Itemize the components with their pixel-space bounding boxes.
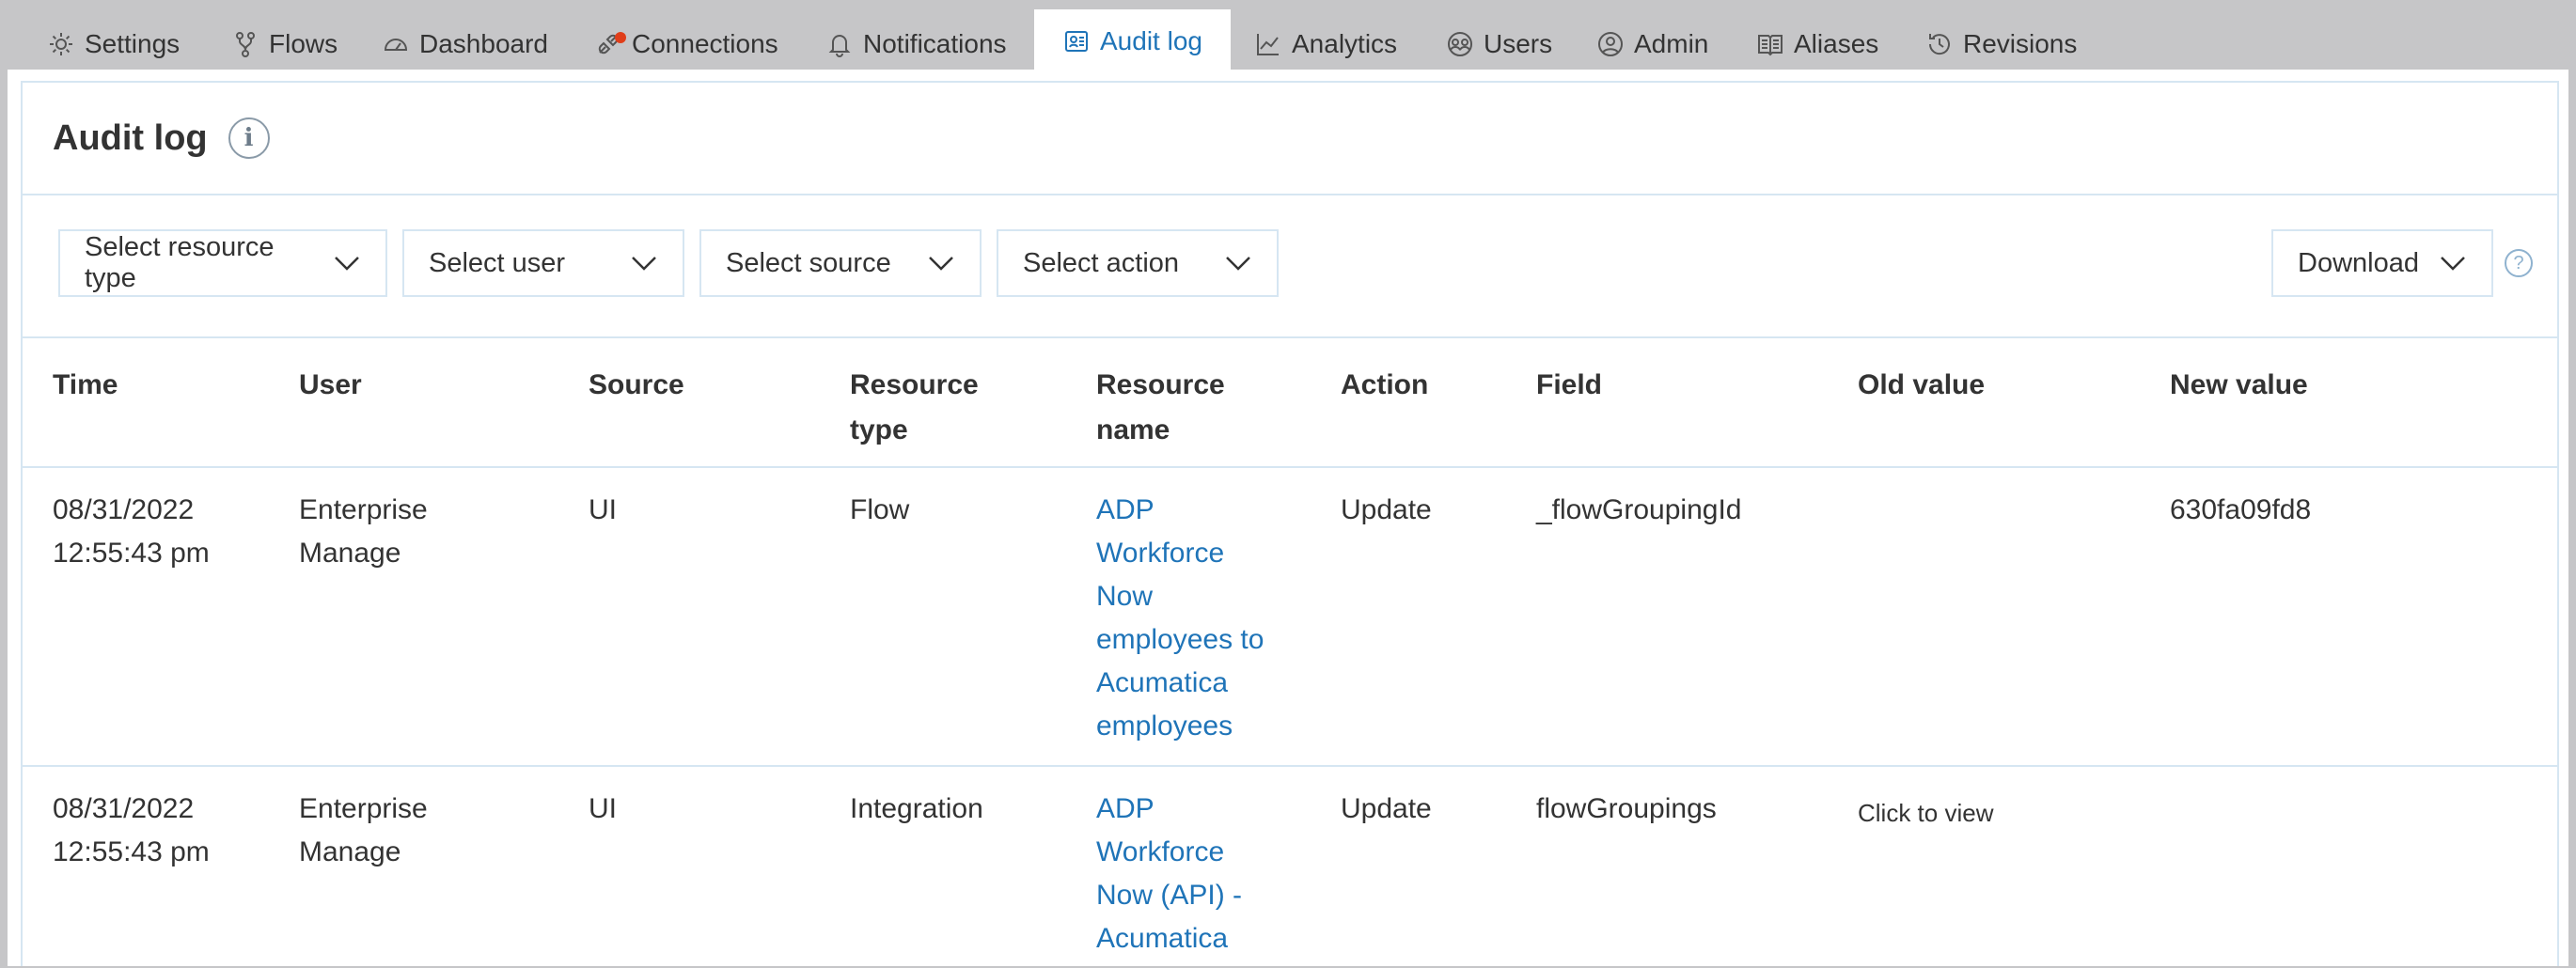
download-button[interactable]: Download	[2271, 229, 2493, 297]
tab-label: Settings	[85, 29, 181, 58]
connection-error-dot	[615, 32, 626, 43]
col-old-value[interactable]: Old value	[1858, 363, 1985, 408]
table-header: Time User Source Resource type Resource …	[23, 340, 2557, 468]
tab-label: Aliases	[1794, 29, 1879, 58]
analytics-icon	[1257, 34, 1279, 55]
audit-log-icon	[1065, 31, 1088, 52]
chevron-down-icon	[1226, 257, 1250, 271]
tab-connections[interactable]: Connections	[589, 9, 784, 79]
click-to-view-link[interactable]: Click to view	[1858, 791, 1993, 835]
tab-label: Flows	[269, 29, 338, 58]
chevron-down-icon	[2441, 257, 2465, 271]
tab-label: Revisions	[1963, 29, 2078, 58]
cell-field: _flowGroupingId	[1536, 494, 1742, 525]
source-select[interactable]: Select source	[699, 229, 982, 297]
page-header: Audit log i	[23, 83, 2557, 195]
cell-field: flowGroupings	[1536, 793, 1717, 824]
col-source[interactable]: Source	[589, 363, 684, 408]
select-label: Select resource type	[85, 232, 275, 293]
top-nav-tabs: Settings Flows Dashboard Connections Not…	[0, 0, 2576, 79]
aliases-icon	[1758, 35, 1783, 56]
main-panel: Audit log i Select resource type Select …	[8, 70, 2568, 966]
tab-label: Connections	[632, 29, 778, 58]
flows-icon	[236, 32, 255, 57]
tab-label: Audit log	[1100, 26, 1202, 55]
cell-resource-type: Flow	[850, 494, 910, 525]
tab-notifications[interactable]: Notifications	[820, 9, 1013, 79]
audit-log-card: Audit log i Select resource type Select …	[21, 81, 2559, 966]
cell-action: Update	[1341, 494, 1432, 525]
cell-source: UI	[589, 793, 617, 824]
tab-users[interactable]: Users	[1440, 9, 1558, 79]
tab-label: Users	[1484, 29, 1553, 58]
cell-time: 08/31/2022 12:55:43 pm	[53, 793, 210, 867]
select-label: Select action	[1023, 247, 1180, 278]
chevron-down-icon	[929, 257, 953, 271]
table-row: 08/31/2022 12:55:43 pm Enterprise Manage…	[23, 769, 2557, 968]
cell-resource-name-link[interactable]: ADP Workforce Now employees to Acumatica…	[1096, 489, 1284, 748]
tab-aliases[interactable]: Aliases	[1751, 9, 1884, 79]
page-title: Audit log	[53, 117, 208, 158]
tab-settings[interactable]: Settings	[41, 9, 185, 79]
users-icon	[1448, 32, 1472, 56]
revisions-icon	[1928, 34, 1950, 55]
table-row: 08/31/2022 12:55:43 pm Enterprise Manage…	[23, 470, 2557, 767]
select-label: Select user	[429, 247, 566, 278]
tab-label: Notifications	[863, 29, 1007, 58]
download-label: Download	[2298, 247, 2419, 278]
tab-admin[interactable]: Admin	[1591, 9, 1714, 79]
action-select[interactable]: Select action	[997, 229, 1279, 297]
help-icon[interactable]: ?	[2505, 249, 2533, 277]
col-time[interactable]: Time	[53, 363, 118, 408]
cell-source: UI	[589, 494, 617, 525]
col-resource-type[interactable]: Resource type	[850, 363, 1000, 453]
resource-type-select[interactable]: Select resource type	[58, 229, 387, 297]
cell-user: Enterprise Manage	[299, 793, 428, 867]
tab-label: Dashboard	[419, 29, 548, 58]
chevron-down-icon	[335, 257, 359, 271]
tab-label: Analytics	[1292, 29, 1398, 58]
dashboard-icon	[384, 39, 408, 51]
cell-time: 08/31/2022 12:55:43 pm	[53, 494, 210, 569]
col-resource-name[interactable]: Resource name	[1096, 363, 1247, 453]
col-new-value[interactable]: New value	[2170, 363, 2308, 408]
tab-flows[interactable]: Flows	[226, 9, 343, 79]
filter-bar: Select resource type Select user Select …	[23, 197, 2557, 338]
col-field[interactable]: Field	[1536, 363, 1602, 408]
col-user[interactable]: User	[299, 363, 362, 408]
col-action[interactable]: Action	[1341, 363, 1428, 408]
user-select[interactable]: Select user	[402, 229, 684, 297]
tab-dashboard[interactable]: Dashboard	[376, 9, 554, 79]
admin-icon	[1598, 32, 1623, 56]
cell-new-value: 630fa09fd8	[2170, 494, 2312, 525]
select-label: Select source	[726, 247, 891, 278]
gear-icon	[50, 33, 72, 55]
chevron-down-icon	[632, 257, 656, 271]
tab-label: Admin	[1634, 29, 1709, 58]
info-icon[interactable]: i	[228, 117, 270, 159]
tab-revisions[interactable]: Revisions	[1920, 9, 2082, 79]
cell-resource-type: Integration	[850, 793, 983, 824]
bell-icon	[828, 35, 851, 57]
tab-analytics[interactable]: Analytics	[1249, 9, 1403, 79]
cell-resource-name-link[interactable]: ADP Workforce Now (API) - Acumatica	[1096, 788, 1265, 960]
tab-audit-log[interactable]: Audit log	[1034, 9, 1231, 79]
cell-action: Update	[1341, 793, 1432, 824]
cell-user: Enterprise Manage	[299, 494, 428, 569]
